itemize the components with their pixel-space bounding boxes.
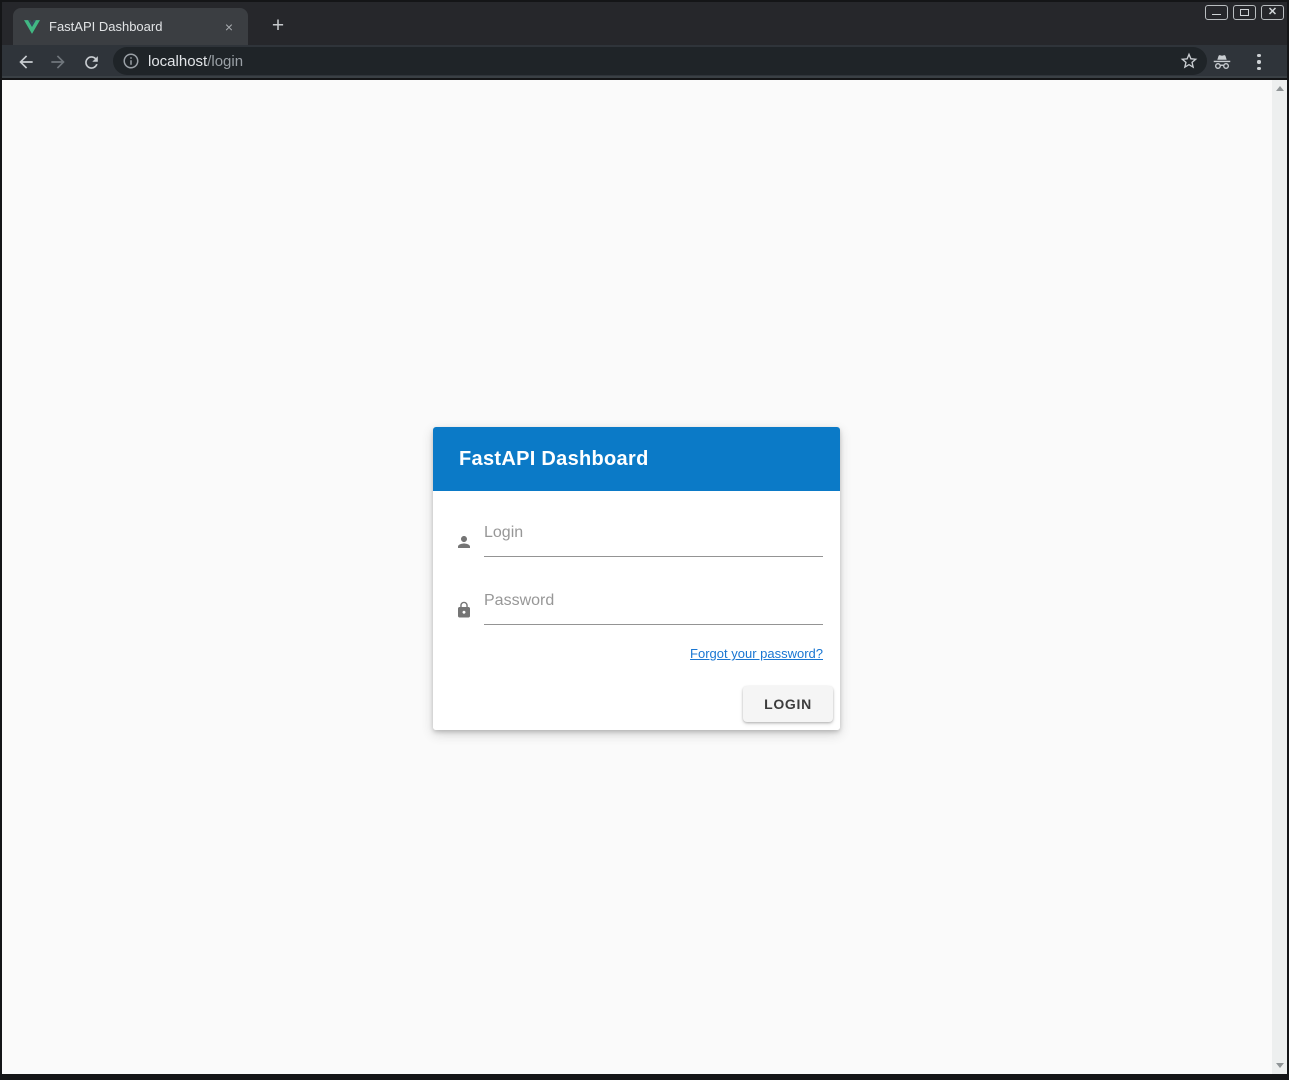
close-button[interactable]: ✕ (1261, 5, 1284, 20)
back-arrow-icon (16, 52, 36, 72)
login-button[interactable]: LOGIN (743, 686, 833, 722)
incognito-icon (1211, 51, 1233, 73)
reload-icon (82, 53, 101, 72)
new-tab-button[interactable]: + (264, 12, 292, 40)
maximize-button[interactable] (1233, 5, 1256, 20)
back-button[interactable] (14, 50, 38, 74)
kebab-menu-icon (1257, 54, 1260, 70)
vue-logo-icon (24, 19, 40, 35)
tab-close-icon[interactable]: × (220, 18, 238, 36)
forward-button[interactable] (46, 50, 70, 74)
reload-button[interactable] (79, 50, 103, 74)
close-icon: ✕ (1268, 7, 1277, 18)
forward-arrow-icon (48, 52, 68, 72)
address-bar[interactable]: localhost/login (113, 47, 1207, 75)
minimize-button[interactable] (1205, 5, 1228, 20)
page-title: FastAPI Dashboard (459, 448, 649, 471)
person-icon (455, 533, 473, 551)
url-text[interactable]: localhost/login (148, 53, 1179, 70)
login-input[interactable] (484, 519, 823, 557)
forgot-password-link[interactable]: Forgot your password? (690, 646, 823, 661)
lock-icon (455, 601, 473, 619)
login-card-header: FastAPI Dashboard (433, 427, 840, 491)
login-field-row (455, 519, 823, 557)
login-card-body: Forgot your password? LOGIN (433, 491, 840, 730)
tab-title: FastAPI Dashboard (49, 19, 220, 34)
url-host: localhost (148, 53, 207, 70)
url-path: /login (207, 53, 243, 70)
browser-chrome: FastAPI Dashboard × + ✕ (2, 2, 1287, 80)
scroll-up-icon[interactable] (1276, 86, 1284, 91)
browser-window: FastAPI Dashboard × + ✕ (0, 0, 1289, 1080)
page-scrollbar[interactable] (1272, 80, 1287, 1074)
password-input[interactable] (484, 587, 823, 625)
scroll-down-icon[interactable] (1276, 1063, 1284, 1068)
tab-fastapi-dashboard[interactable]: FastAPI Dashboard × (13, 8, 248, 45)
browser-toolbar: localhost/login (2, 45, 1287, 78)
page-content: FastAPI Dashboard Forgot your password? (2, 80, 1287, 1074)
plus-icon: + (272, 14, 284, 38)
incognito-indicator (1210, 50, 1234, 74)
tab-strip: FastAPI Dashboard × + ✕ (2, 2, 1287, 45)
window-controls: ✕ (1205, 5, 1284, 20)
bookmark-star-icon[interactable] (1179, 51, 1199, 71)
page-info-icon[interactable] (122, 52, 140, 70)
browser-menu-button[interactable] (1247, 50, 1271, 74)
password-field-row (455, 587, 823, 625)
maximize-icon (1240, 9, 1249, 16)
login-card: FastAPI Dashboard Forgot your password? (433, 427, 840, 730)
minimize-icon (1212, 14, 1221, 15)
